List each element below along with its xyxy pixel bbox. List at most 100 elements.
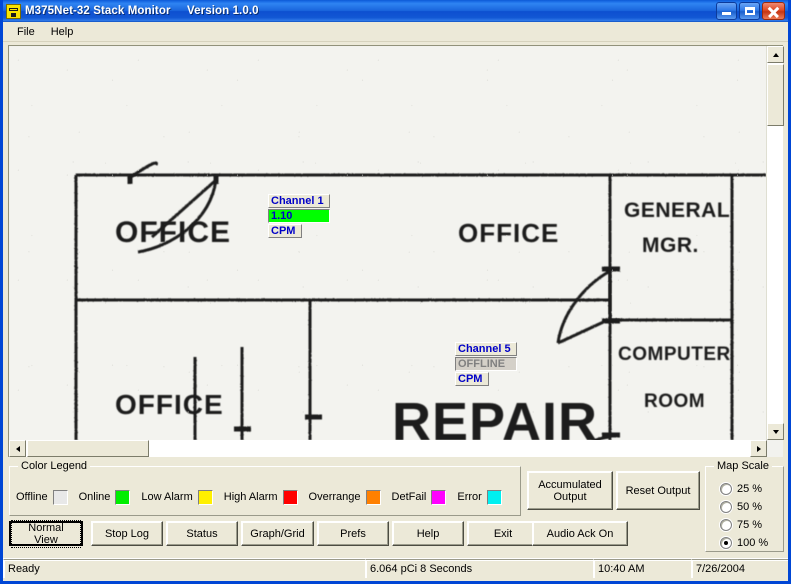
legend-swatch-overrange xyxy=(365,489,381,505)
legend-item-online: Online xyxy=(78,489,131,505)
svg-text:ROOM: ROOM xyxy=(644,391,705,412)
accumulated-output-line1: Accumulated xyxy=(538,478,602,491)
legend-item-offline: Offline xyxy=(16,489,68,505)
map-scale-label-25: 25 % xyxy=(737,483,763,495)
audio-ack-label: Audio Ack On xyxy=(546,527,614,540)
status-button[interactable]: Status xyxy=(166,521,238,546)
scroll-left-icon[interactable] xyxy=(9,440,26,457)
maximize-button[interactable] xyxy=(739,2,760,20)
radio-icon-75[interactable] xyxy=(720,519,732,531)
help-button[interactable]: Help xyxy=(392,521,464,546)
graph-grid-button[interactable]: Graph/Grid xyxy=(241,521,314,546)
svg-text:COMPUTER: COMPUTER xyxy=(618,344,731,365)
legend-swatch-high-alarm xyxy=(282,489,298,505)
legend-swatch-online xyxy=(115,489,131,505)
legend-label-error: Error xyxy=(457,491,482,503)
channel-5-value: OFFLINE xyxy=(455,357,517,371)
window-controls xyxy=(716,2,785,20)
status-bar: Ready 6.064 pCi 8 Seconds 10:40 AM 7/26/… xyxy=(3,558,788,578)
status-time: 10:40 AM xyxy=(593,559,691,578)
scroll-down-icon[interactable] xyxy=(767,423,784,440)
prefs-button[interactable]: Prefs xyxy=(317,521,389,546)
map-scale-option-75[interactable]: 75 % xyxy=(720,517,762,533)
horizontal-scroll-thumb[interactable] xyxy=(27,440,149,457)
minimize-button[interactable] xyxy=(716,2,737,20)
help-label: Help xyxy=(416,527,440,540)
svg-text:REPAIR: REPAIR xyxy=(392,392,598,440)
channel-tag-1[interactable]: Channel 1 1.10 CPM xyxy=(268,194,330,238)
color-legend-group: Color Legend Offline Online Low Alarm Hi… xyxy=(9,460,521,516)
title-bar: M375Net-32 Stack Monitor Version 1.0.0 xyxy=(3,0,788,22)
app-icon xyxy=(6,3,21,19)
legend-items: Offline Online Low Alarm High Alarm Over… xyxy=(16,487,513,507)
status-ready: Ready xyxy=(3,559,365,578)
svg-text:OFFICE: OFFICE xyxy=(115,216,231,249)
scroll-up-icon[interactable] xyxy=(767,46,784,63)
prefs-label: Prefs xyxy=(340,527,366,540)
map-scale-label-50: 50 % xyxy=(737,501,763,513)
scroll-right-icon[interactable] xyxy=(750,440,767,457)
channel-1-value: 1.10 xyxy=(268,209,330,223)
map-scale-option-100[interactable]: 100 % xyxy=(720,535,768,551)
legend-label-detfail: DetFail xyxy=(391,491,427,503)
legend-label-offline: Offline xyxy=(16,491,48,503)
legend-label-online: Online xyxy=(78,491,111,503)
accumulated-output-line2: Output xyxy=(553,490,587,503)
map-scale-option-50[interactable]: 50 % xyxy=(720,499,762,515)
legend-item-overrange: Overrange xyxy=(309,489,381,505)
floorplan-blueprint: OFFICE OFFICE OFFICE GENERAL MGR. COMPUT… xyxy=(10,47,766,440)
legend-item-detfail: DetFail xyxy=(391,489,447,505)
svg-text:GENERAL: GENERAL xyxy=(624,199,730,222)
reset-output-button[interactable]: Reset Output xyxy=(616,471,700,510)
channel-5-name: Channel 5 xyxy=(455,342,517,356)
svg-text:MGR.: MGR. xyxy=(642,234,699,257)
legend-swatch-low-alarm xyxy=(197,489,213,505)
color-legend-title: Color Legend xyxy=(18,460,91,472)
stop-log-label: Stop Log xyxy=(104,527,150,540)
menu-bar: File Help xyxy=(3,22,788,42)
map-horizontal-scrollbar[interactable] xyxy=(9,440,767,457)
legend-item-error: Error xyxy=(457,489,502,505)
vertical-scroll-thumb[interactable] xyxy=(767,64,784,126)
channel-1-unit: CPM xyxy=(268,224,302,238)
close-button[interactable] xyxy=(762,2,785,20)
radio-icon-100[interactable] xyxy=(720,537,732,549)
map-viewport[interactable]: OFFICE OFFICE OFFICE GENERAL MGR. COMPUT… xyxy=(8,45,784,457)
status-date: 7/26/2004 xyxy=(691,559,788,578)
normal-view-button[interactable]: Normal View xyxy=(9,519,83,548)
legend-label-high-alarm: High Alarm xyxy=(223,491,278,503)
normal-view-label: Normal View xyxy=(11,519,81,548)
radio-icon-50[interactable] xyxy=(720,501,732,513)
map-clip: OFFICE OFFICE OFFICE GENERAL MGR. COMPUT… xyxy=(10,47,766,440)
control-panel: Color Legend Offline Online Low Alarm Hi… xyxy=(3,459,788,578)
exit-button[interactable]: Exit xyxy=(467,521,539,546)
map-scale-group: Map Scale 25 % 50 % 75 % 100 % xyxy=(705,460,784,552)
status-label: Status xyxy=(186,527,218,540)
map-scale-label-100: 100 % xyxy=(737,537,769,549)
window-title: M375Net-32 Stack Monitor Version 1.0.0 xyxy=(25,5,259,17)
map-scale-label-75: 75 % xyxy=(737,519,763,531)
legend-label-low-alarm: Low Alarm xyxy=(141,491,193,503)
map-vertical-scrollbar[interactable] xyxy=(766,46,784,440)
map-scale-option-25[interactable]: 25 % xyxy=(720,481,762,497)
menu-item-file[interactable]: File xyxy=(9,24,43,40)
exit-label: Exit xyxy=(493,527,513,540)
channel-5-unit: CPM xyxy=(455,372,489,386)
radio-icon-25[interactable] xyxy=(720,483,732,495)
audio-ack-button[interactable]: Audio Ack On xyxy=(532,521,628,546)
channel-1-name: Channel 1 xyxy=(268,194,330,208)
legend-swatch-offline xyxy=(52,489,68,505)
svg-text:OFFICE: OFFICE xyxy=(115,389,224,420)
stop-log-button[interactable]: Stop Log xyxy=(91,521,163,546)
map-scale-title: Map Scale xyxy=(714,460,772,472)
legend-swatch-detfail xyxy=(431,489,447,505)
graph-grid-label: Graph/Grid xyxy=(250,527,305,540)
legend-item-low-alarm: Low Alarm xyxy=(141,489,213,505)
accumulated-output-button[interactable]: Accumulated Output xyxy=(527,471,613,510)
legend-item-high-alarm: High Alarm xyxy=(223,489,298,505)
application-window: M375Net-32 Stack Monitor Version 1.0.0 F… xyxy=(0,0,791,584)
channel-tag-5[interactable]: Channel 5 OFFLINE CPM xyxy=(455,342,517,386)
menu-item-help[interactable]: Help xyxy=(43,24,82,40)
reset-output-label: Reset Output xyxy=(625,484,691,497)
svg-text:OFFICE: OFFICE xyxy=(458,218,559,248)
